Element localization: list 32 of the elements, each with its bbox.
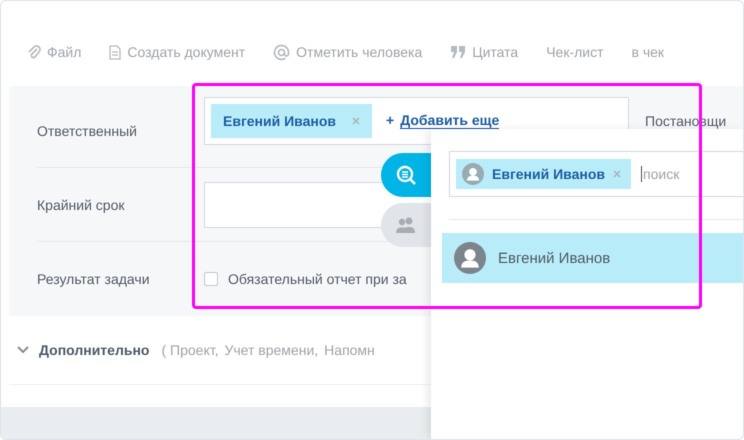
- field-label: Крайний срок: [37, 196, 126, 212]
- quote-icon: [450, 45, 466, 59]
- checkbox[interactable]: [204, 272, 218, 286]
- person-tag: Евгений Иванов: [211, 104, 372, 138]
- document-icon: [109, 44, 122, 60]
- toolbar-item[interactable]: Создать документ: [109, 44, 246, 60]
- toolbar-item[interactable]: Чек-лист: [546, 44, 604, 60]
- toolbar-item[interactable]: в чек: [632, 44, 664, 60]
- people-icon: [395, 216, 417, 234]
- field-label: Результат задачи: [37, 270, 151, 287]
- remove-icon[interactable]: [613, 170, 622, 178]
- person-name: Евгений Иванов: [498, 250, 610, 266]
- person-tag: Евгений Иванов: [456, 159, 632, 189]
- avatar-icon: [462, 163, 484, 185]
- at-sign-icon: [273, 44, 290, 60]
- toolbar-item[interactable]: Отметить человека: [273, 44, 422, 60]
- paperclip-icon: [27, 44, 41, 60]
- section-item: ( Проект,: [161, 342, 218, 358]
- section-item: Напомн: [324, 342, 375, 358]
- toolbar-item[interactable]: Цитата: [450, 44, 518, 60]
- chevron-down-icon[interactable]: [17, 346, 29, 354]
- toolbar-item[interactable]: Файл: [27, 44, 82, 60]
- search-icon: [395, 164, 417, 186]
- section-title[interactable]: Дополнительно: [39, 342, 150, 358]
- field-label: Ответственный: [37, 122, 138, 138]
- avatar-icon: [454, 242, 486, 274]
- result-item[interactable]: Евгений Иванов: [442, 233, 743, 283]
- people-picker-field[interactable]: Евгений Иванов поиск: [449, 151, 743, 197]
- section-item: Учет времени,: [224, 342, 318, 358]
- remove-icon[interactable]: [352, 116, 360, 124]
- checkbox-label: Обязательный отчет при за: [228, 270, 407, 287]
- plus-sign: +: [386, 112, 394, 129]
